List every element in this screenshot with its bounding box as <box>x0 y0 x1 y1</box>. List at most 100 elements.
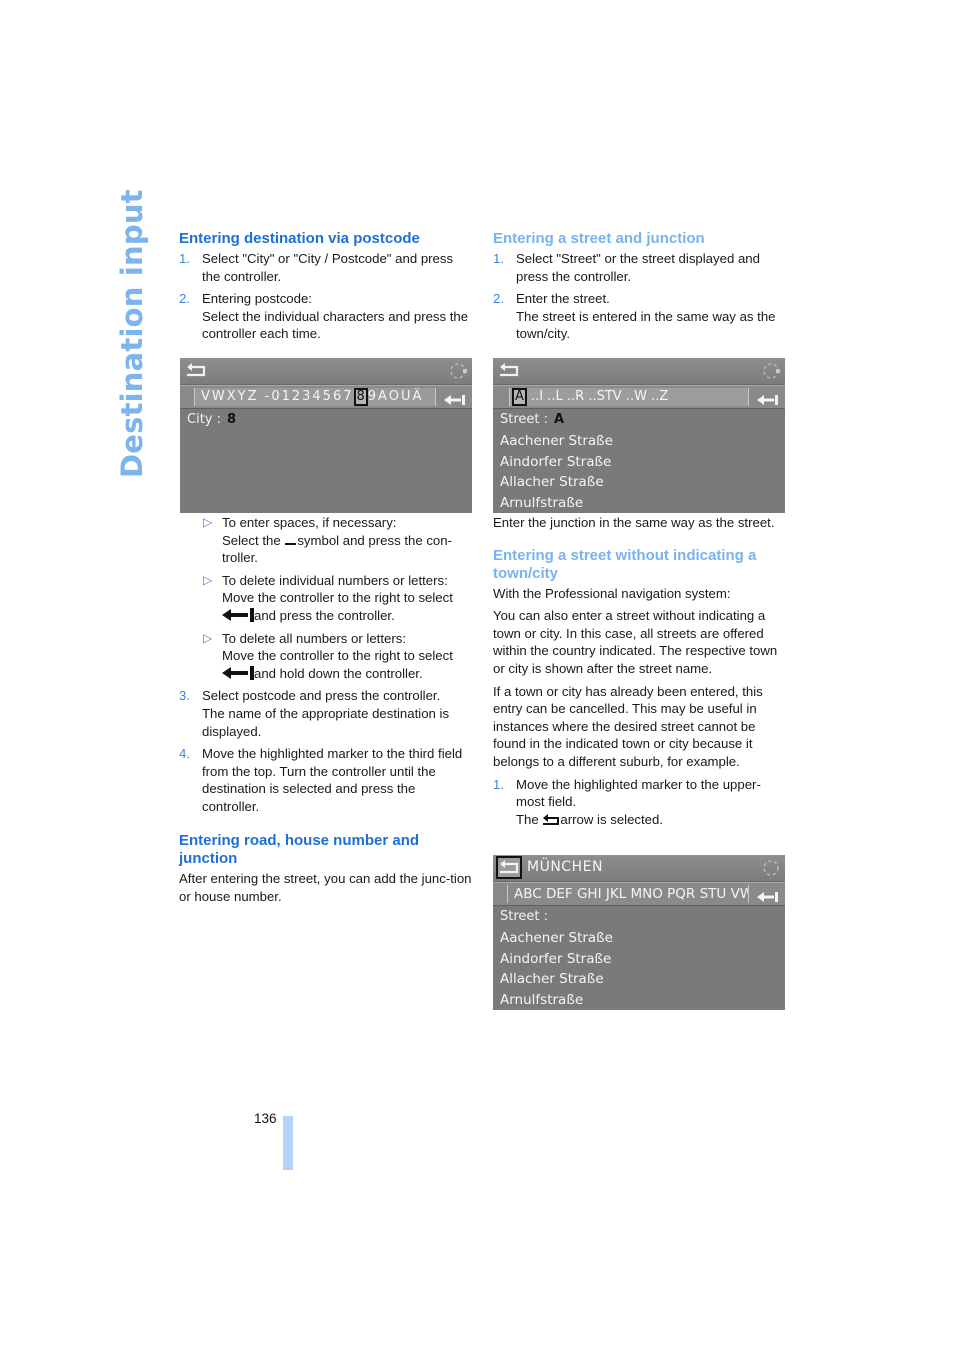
character-speller[interactable]: A ..I ..L ..R ..STV ..W ..Z <box>493 385 785 409</box>
step-3: 3. Select postcode and press the control… <box>179 687 474 740</box>
street-field[interactable]: Street : <box>500 908 548 926</box>
delete-arrow-icon[interactable] <box>757 391 779 405</box>
step-number: 3. <box>179 688 190 704</box>
step-text: Enter the street. <box>516 291 610 307</box>
screen-top-bar <box>493 358 785 385</box>
paragraph: After entering the street, you can add t… <box>179 871 472 905</box>
street-list-item[interactable]: Allacher Straße <box>500 473 604 491</box>
character-speller[interactable]: VWXYZ -01234567 8 9AOUÄ <box>180 385 472 409</box>
paragraph: If a town or city has already been enter… <box>493 683 763 769</box>
town-name[interactable]: MÜNCHEN <box>527 859 603 875</box>
triangle-bullet-icon: ▷ <box>203 514 213 529</box>
step-text: The arrow is selected. <box>516 811 788 829</box>
controller-icon <box>761 361 781 381</box>
paragraph: With the Professional navigation system: <box>493 585 731 601</box>
bullet-text-post: and press the controller. <box>254 607 395 623</box>
step-1: 1. Select "Street" or the street display… <box>493 250 788 285</box>
bullet-text: Move the controller to the right to sele… <box>222 590 453 606</box>
back-arrow-icon[interactable] <box>496 856 522 879</box>
step-number: 2. <box>493 291 504 307</box>
space-symbol-icon <box>285 533 297 545</box>
screen-munich-street: MÜNCHEN ABC DEF GHI JKL MNO PQR STU VW S… <box>493 855 785 1010</box>
characters-after[interactable]: ..I ..L ..R ..STV ..W ..Z <box>527 389 668 404</box>
field-label: Street : <box>500 412 549 427</box>
screen-top-bar: MÜNCHEN <box>493 855 785 882</box>
field-label: Street : <box>500 909 549 924</box>
field-label: City : <box>187 412 221 427</box>
street-list-item[interactable]: Arnulfstraße <box>500 494 583 512</box>
delete-arrow-icon[interactable] <box>757 888 779 902</box>
page-tab-marker <box>283 1116 293 1170</box>
selected-character[interactable]: 8 <box>353 388 368 406</box>
heading-street-without-town: Entering a street without indicating a t… <box>493 546 757 582</box>
bullet-text: To delete individual numbers or letters: <box>222 572 448 588</box>
step-text-pre: The <box>516 811 539 827</box>
triangle-bullet-icon: ▷ <box>203 572 213 587</box>
heading-road-house-number: Entering road, house number and junction <box>179 832 420 868</box>
street-list-item[interactable]: Arnulfstraße <box>500 991 583 1009</box>
street-list-item[interactable]: Aachener Straße <box>500 929 613 947</box>
bullet-text: To delete all numbers or letters: <box>222 630 406 646</box>
step-1: 1. Select "City" or "City / Postcode" an… <box>179 250 474 285</box>
triangle-bullet-icon: ▷ <box>203 630 213 645</box>
step-number: 4. <box>179 746 190 762</box>
back-arrow-icon <box>542 813 560 826</box>
bullet-text: and hold down the controller. <box>222 665 474 683</box>
character-speller[interactable]: ABC DEF GHI JKL MNO PQR STU VW <box>493 882 785 906</box>
step-text: Move the highlighted marker to the upper… <box>516 776 761 810</box>
step-number: 1. <box>179 251 190 266</box>
page-number: 136 <box>254 1111 277 1126</box>
street-list-item[interactable]: Aachener Straße <box>500 432 613 450</box>
back-arrow-icon[interactable] <box>498 361 520 380</box>
street-list-item[interactable]: Aindorfer Straße <box>500 453 611 471</box>
step-number: 2. <box>179 291 190 307</box>
step-1-uppermost: 1. Move the highlighted marker to the up… <box>493 776 788 829</box>
screen-top-bar <box>180 358 472 385</box>
bullet-spaces: ▷ To enter spaces, if necessary: Select … <box>203 514 474 567</box>
bullet-text: Move the controller to the right to sele… <box>222 648 453 664</box>
controller-icon <box>448 361 468 381</box>
bullet-text: Select the symbol and press the con-trol… <box>222 532 474 567</box>
street-field[interactable]: Street : A <box>500 411 564 429</box>
paragraph: Enter the junction in the same way as th… <box>493 514 775 530</box>
field-value: 8 <box>227 412 237 427</box>
field-value: A <box>554 412 565 427</box>
heading-postcode: Entering destination via postcode <box>179 230 420 247</box>
characters-before[interactable]: VWXYZ -01234567 <box>201 389 354 404</box>
character-list[interactable]: ABC DEF GHI JKL MNO PQR STU VW <box>507 885 749 903</box>
bullet-delete-one: ▷ To delete individual numbers or letter… <box>203 572 474 625</box>
step-2: 2. Entering postcode: Select the individ… <box>179 290 474 343</box>
bullet-text-pre: Select the <box>222 532 281 548</box>
delete-arrow-icon <box>222 665 254 680</box>
step-text: Entering postcode: <box>202 291 312 307</box>
step-number: 1. <box>493 251 504 266</box>
controller-icon <box>761 858 781 878</box>
street-list-item[interactable]: Aindorfer Straße <box>500 950 611 968</box>
step-2: 2. Enter the street. The street is enter… <box>493 290 788 343</box>
paragraph: You can also enter a street without indi… <box>493 608 778 676</box>
back-arrow-icon[interactable] <box>185 361 207 380</box>
selected-character[interactable]: A <box>512 388 527 406</box>
bullet-text-post: and hold down the controller. <box>254 665 423 681</box>
character-list[interactable]: A ..I ..L ..R ..STV ..W ..Z <box>509 388 749 406</box>
section-title: Destination input <box>115 189 149 478</box>
step-text: Select postcode and press the controller… <box>202 688 441 704</box>
step-text: Select "Street" or the street displayed … <box>516 251 760 284</box>
city-field[interactable]: City : 8 <box>187 411 236 429</box>
right-column: Entering a street and junction 1. Select… <box>493 230 788 833</box>
delete-arrow-icon[interactable] <box>444 391 466 405</box>
step-text: The street is entered in the same way as… <box>516 308 776 342</box>
screen-postcode-entry: VWXYZ -01234567 8 9AOUÄ City :8 <box>180 358 472 513</box>
step-text: Select the individual characters and pre… <box>202 308 469 342</box>
delete-arrow-icon <box>222 607 254 622</box>
bullet-text: and press the controller. <box>222 607 474 625</box>
step-text: The name of the appropriate destination … <box>202 705 450 739</box>
step-4: 4. Move the highlighted marker to the th… <box>179 745 474 815</box>
step-text-post: arrow is selected. <box>560 811 664 827</box>
left-column: Entering destination via postcode 1. Sel… <box>179 230 474 911</box>
screen-street-entry: A ..I ..L ..R ..STV ..W ..Z Street : A Aa… <box>493 358 785 513</box>
character-list[interactable]: VWXYZ -01234567 8 9AOUÄ <box>194 388 436 406</box>
characters-after[interactable]: 9AOUÄ <box>368 389 424 404</box>
street-list-item[interactable]: Allacher Straße <box>500 970 604 988</box>
step-text: Move the highlighted marker to the third… <box>202 746 463 814</box>
